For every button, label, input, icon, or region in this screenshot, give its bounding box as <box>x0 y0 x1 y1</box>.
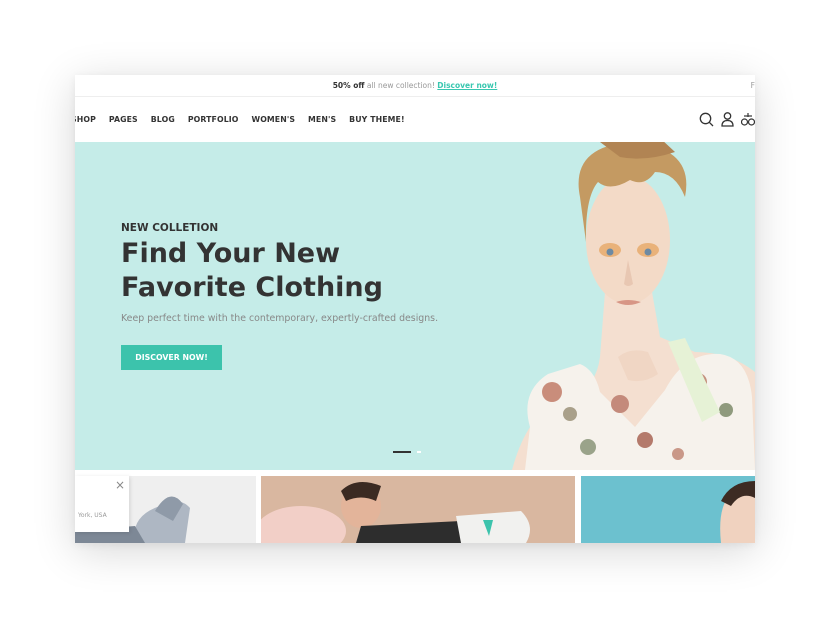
nav-item-blog[interactable]: BLOG <box>151 115 175 124</box>
main-navigation: SHOP PAGES BLOG PORTFOLIO WOMEN'S MEN'S … <box>75 97 755 141</box>
nav-item-pages[interactable]: PAGES <box>109 115 138 124</box>
slider-dot-2[interactable] <box>417 451 421 453</box>
category-tile-3[interactable] <box>581 476 755 543</box>
tile-2-image <box>261 482 530 543</box>
nav-item-portfolio[interactable]: PORTFOLIO <box>188 115 239 124</box>
search-icon[interactable] <box>699 112 714 127</box>
announcement-discount: 50% off <box>332 81 365 90</box>
hero-subtitle: Keep perfect time with the contemporary,… <box>121 313 439 324</box>
nav-item-buy-theme[interactable]: BUY THEME! <box>349 115 404 124</box>
category-tile-2[interactable] <box>261 476 575 543</box>
nav-item-womens[interactable]: WOMEN'S <box>252 115 296 124</box>
nav-item-shop[interactable]: SHOP <box>75 115 96 124</box>
tile-3-image <box>720 481 755 543</box>
hero-slider: NEW COLLETION Find Your New Favorite Clo… <box>75 142 755 470</box>
popup-location: York, USA <box>78 512 107 519</box>
close-icon[interactable]: × <box>115 479 125 491</box>
compare-icon[interactable] <box>741 112 755 127</box>
nav-menu: SHOP PAGES BLOG PORTFOLIO WOMEN'S MEN'S … <box>75 97 405 141</box>
nav-icons <box>699 97 755 141</box>
category-tiles <box>75 476 755 543</box>
browser-viewport: 50% off all new collection! Discover now… <box>75 75 755 543</box>
announcement-edge-text: F <box>750 81 755 90</box>
discover-now-button[interactable]: DISCOVER NOW! <box>121 345 222 370</box>
slider-dot-1[interactable] <box>393 451 411 453</box>
hero-title: Find Your New Favorite Clothing <box>121 238 383 303</box>
hero-model-image <box>512 142 755 470</box>
user-icon[interactable] <box>721 111 734 127</box>
announcement-bar: 50% off all new collection! Discover now… <box>75 75 755 97</box>
location-popup: × York, USA <box>75 476 129 532</box>
discover-now-link[interactable]: Discover now! <box>437 81 497 90</box>
nav-item-mens[interactable]: MEN'S <box>308 115 336 124</box>
hero-eyebrow: NEW COLLETION <box>121 222 219 234</box>
announcement-text: all new collection! <box>364 81 438 90</box>
slider-pagination <box>393 451 421 453</box>
